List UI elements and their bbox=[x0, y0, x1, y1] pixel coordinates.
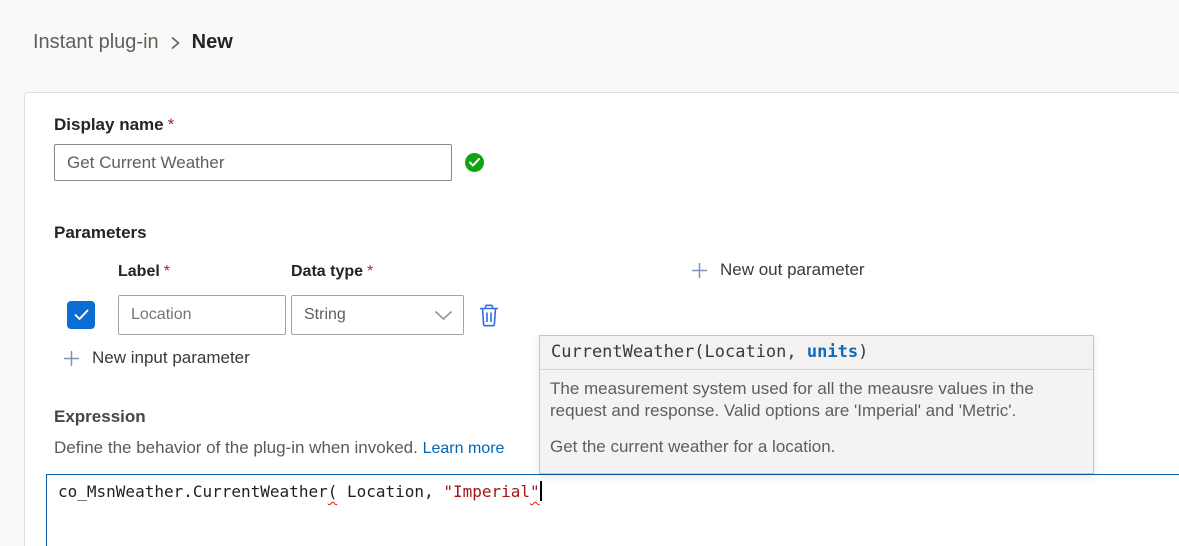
parameter-row-checkbox[interactable] bbox=[67, 301, 95, 329]
code-identifier: co_MsnWeather.CurrentWeather bbox=[58, 482, 328, 501]
display-name-input[interactable] bbox=[54, 144, 452, 181]
data-type-column-text: Data type bbox=[291, 263, 363, 280]
display-name-label: Display name* bbox=[54, 115, 174, 135]
data-type-selected-value: String bbox=[304, 306, 346, 324]
plus-icon bbox=[691, 262, 708, 279]
text-cursor bbox=[540, 481, 542, 501]
signature-header: CurrentWeather(Location, units) bbox=[540, 336, 1093, 370]
chevron-down-icon bbox=[434, 310, 453, 321]
new-input-parameter-label: New input parameter bbox=[92, 348, 250, 368]
code-string-close-quote: " bbox=[530, 482, 540, 501]
breadcrumb: Instant plug-in New bbox=[33, 31, 233, 54]
required-asterisk: * bbox=[164, 263, 170, 280]
required-asterisk: * bbox=[168, 115, 175, 134]
code-string-literal: "Imperial bbox=[443, 482, 530, 501]
signature-prefix: CurrentWeather(Location, bbox=[551, 342, 807, 362]
signature-active-parameter: units bbox=[807, 342, 858, 362]
plugin-form-panel: Display name* Parameters Label* Data typ… bbox=[24, 92, 1179, 546]
signature-docs: The measurement system used for all the … bbox=[540, 370, 1093, 458]
validation-success-icon bbox=[465, 153, 484, 172]
display-name-label-text: Display name bbox=[54, 115, 164, 134]
new-input-parameter-button[interactable]: New input parameter bbox=[63, 348, 250, 368]
parameter-doc-text: The measurement system used for all the … bbox=[550, 378, 1083, 423]
new-out-parameter-button[interactable]: New out parameter bbox=[691, 260, 865, 280]
new-out-parameter-label: New out parameter bbox=[720, 260, 865, 280]
code-open-paren: ( bbox=[328, 482, 338, 501]
label-column-header: Label* bbox=[118, 263, 170, 281]
chevron-right-icon bbox=[170, 35, 181, 51]
signature-suffix: ) bbox=[858, 342, 868, 362]
delete-parameter-button[interactable] bbox=[475, 301, 503, 329]
expression-description-text: Define the behavior of the plug-in when … bbox=[54, 438, 418, 457]
breadcrumb-parent-link[interactable]: Instant plug-in bbox=[33, 31, 159, 54]
breadcrumb-current: New bbox=[192, 31, 233, 54]
signature-help-popup: CurrentWeather(Location, units) The meas… bbox=[539, 335, 1094, 474]
function-doc-text: Get the current weather for a location. bbox=[550, 436, 1083, 458]
parameters-section-title: Parameters bbox=[54, 223, 147, 243]
expression-section-title: Expression bbox=[54, 407, 146, 427]
expression-code-line[interactable]: co_MsnWeather.CurrentWeather( Location, … bbox=[47, 475, 1179, 501]
expression-code-editor[interactable]: co_MsnWeather.CurrentWeather( Location, … bbox=[46, 474, 1179, 546]
trash-icon bbox=[478, 303, 500, 328]
required-asterisk: * bbox=[367, 263, 373, 280]
data-type-column-header: Data type* bbox=[291, 263, 373, 281]
label-column-text: Label bbox=[118, 263, 160, 280]
instant-plugin-page: Instant plug-in New Display name* Parame… bbox=[0, 0, 1179, 546]
learn-more-link[interactable]: Learn more bbox=[423, 440, 505, 457]
code-arguments: Location, bbox=[337, 482, 443, 501]
parameter-label-input[interactable] bbox=[118, 295, 286, 335]
expression-description: Define the behavior of the plug-in when … bbox=[54, 438, 504, 458]
checkmark-icon bbox=[74, 309, 89, 321]
plus-icon bbox=[63, 350, 80, 367]
parameter-data-type-dropdown[interactable]: String bbox=[291, 295, 464, 335]
